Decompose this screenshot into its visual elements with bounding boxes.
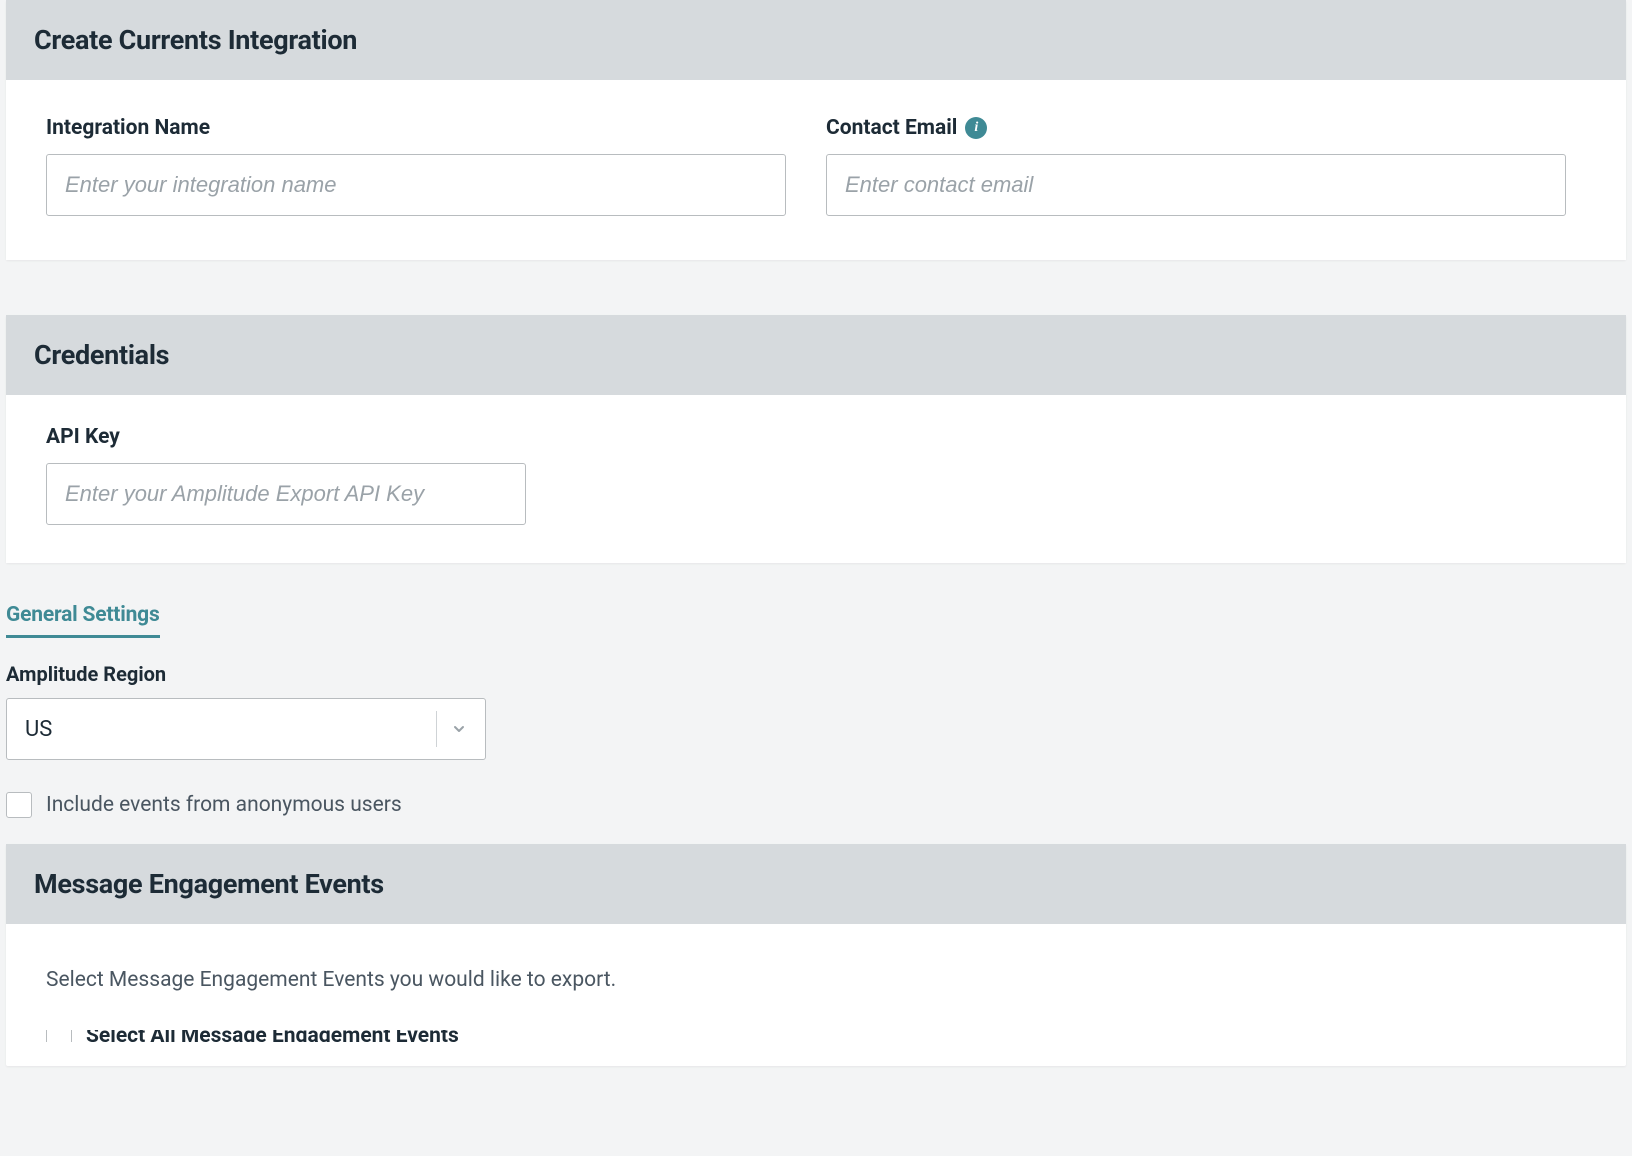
integration-name-input[interactable]: [46, 154, 786, 216]
credentials-body: API Key: [6, 395, 1626, 563]
contact-email-label-text: Contact Email: [826, 116, 957, 140]
message-engagement-panel: Message Engagement Events Select Message…: [6, 844, 1626, 1066]
integration-name-field: Integration Name: [46, 116, 786, 216]
info-icon[interactable]: i: [965, 117, 987, 139]
credentials-title: Credentials: [34, 339, 1598, 371]
select-all-row: Select All Message Engagement Events: [46, 1030, 1586, 1042]
create-integration-panel: Create Currents Integration Integration …: [6, 0, 1626, 260]
create-integration-header: Create Currents Integration: [6, 0, 1626, 80]
contact-email-field: Contact Email i: [826, 116, 1566, 216]
select-all-checkbox[interactable]: [46, 1030, 72, 1042]
message-engagement-header: Message Engagement Events: [6, 844, 1626, 924]
contact-email-input[interactable]: [826, 154, 1566, 216]
message-engagement-instruction: Select Message Engagement Events you wou…: [46, 968, 1586, 992]
anonymous-users-checkbox[interactable]: [6, 792, 32, 818]
contact-email-label: Contact Email i: [826, 116, 1566, 140]
create-integration-title: Create Currents Integration: [34, 24, 1598, 56]
amplitude-region-select[interactable]: US: [6, 698, 486, 760]
select-divider: [436, 711, 437, 747]
general-settings-block: Amplitude Region US Include events from …: [0, 638, 1632, 844]
tab-strip: General Settings: [0, 591, 1632, 638]
chevron-down-icon: [451, 721, 467, 737]
anonymous-users-label: Include events from anonymous users: [46, 793, 402, 817]
api-key-label: API Key: [46, 425, 526, 449]
amplitude-region-label: Amplitude Region: [6, 662, 1626, 686]
credentials-header: Credentials: [6, 315, 1626, 395]
api-key-field: API Key: [46, 425, 526, 525]
tab-general-settings[interactable]: General Settings: [6, 603, 160, 638]
create-integration-body: Integration Name Contact Email i: [6, 80, 1626, 260]
credentials-panel: Credentials API Key: [6, 315, 1626, 563]
api-key-input[interactable]: [46, 463, 526, 525]
amplitude-region-value: US: [25, 717, 436, 742]
message-engagement-body: Select Message Engagement Events you wou…: [6, 924, 1626, 1066]
anonymous-users-row: Include events from anonymous users: [6, 792, 1626, 818]
select-all-label: Select All Message Engagement Events: [86, 1030, 459, 1042]
message-engagement-title: Message Engagement Events: [34, 868, 1598, 900]
integration-name-label: Integration Name: [46, 116, 786, 140]
